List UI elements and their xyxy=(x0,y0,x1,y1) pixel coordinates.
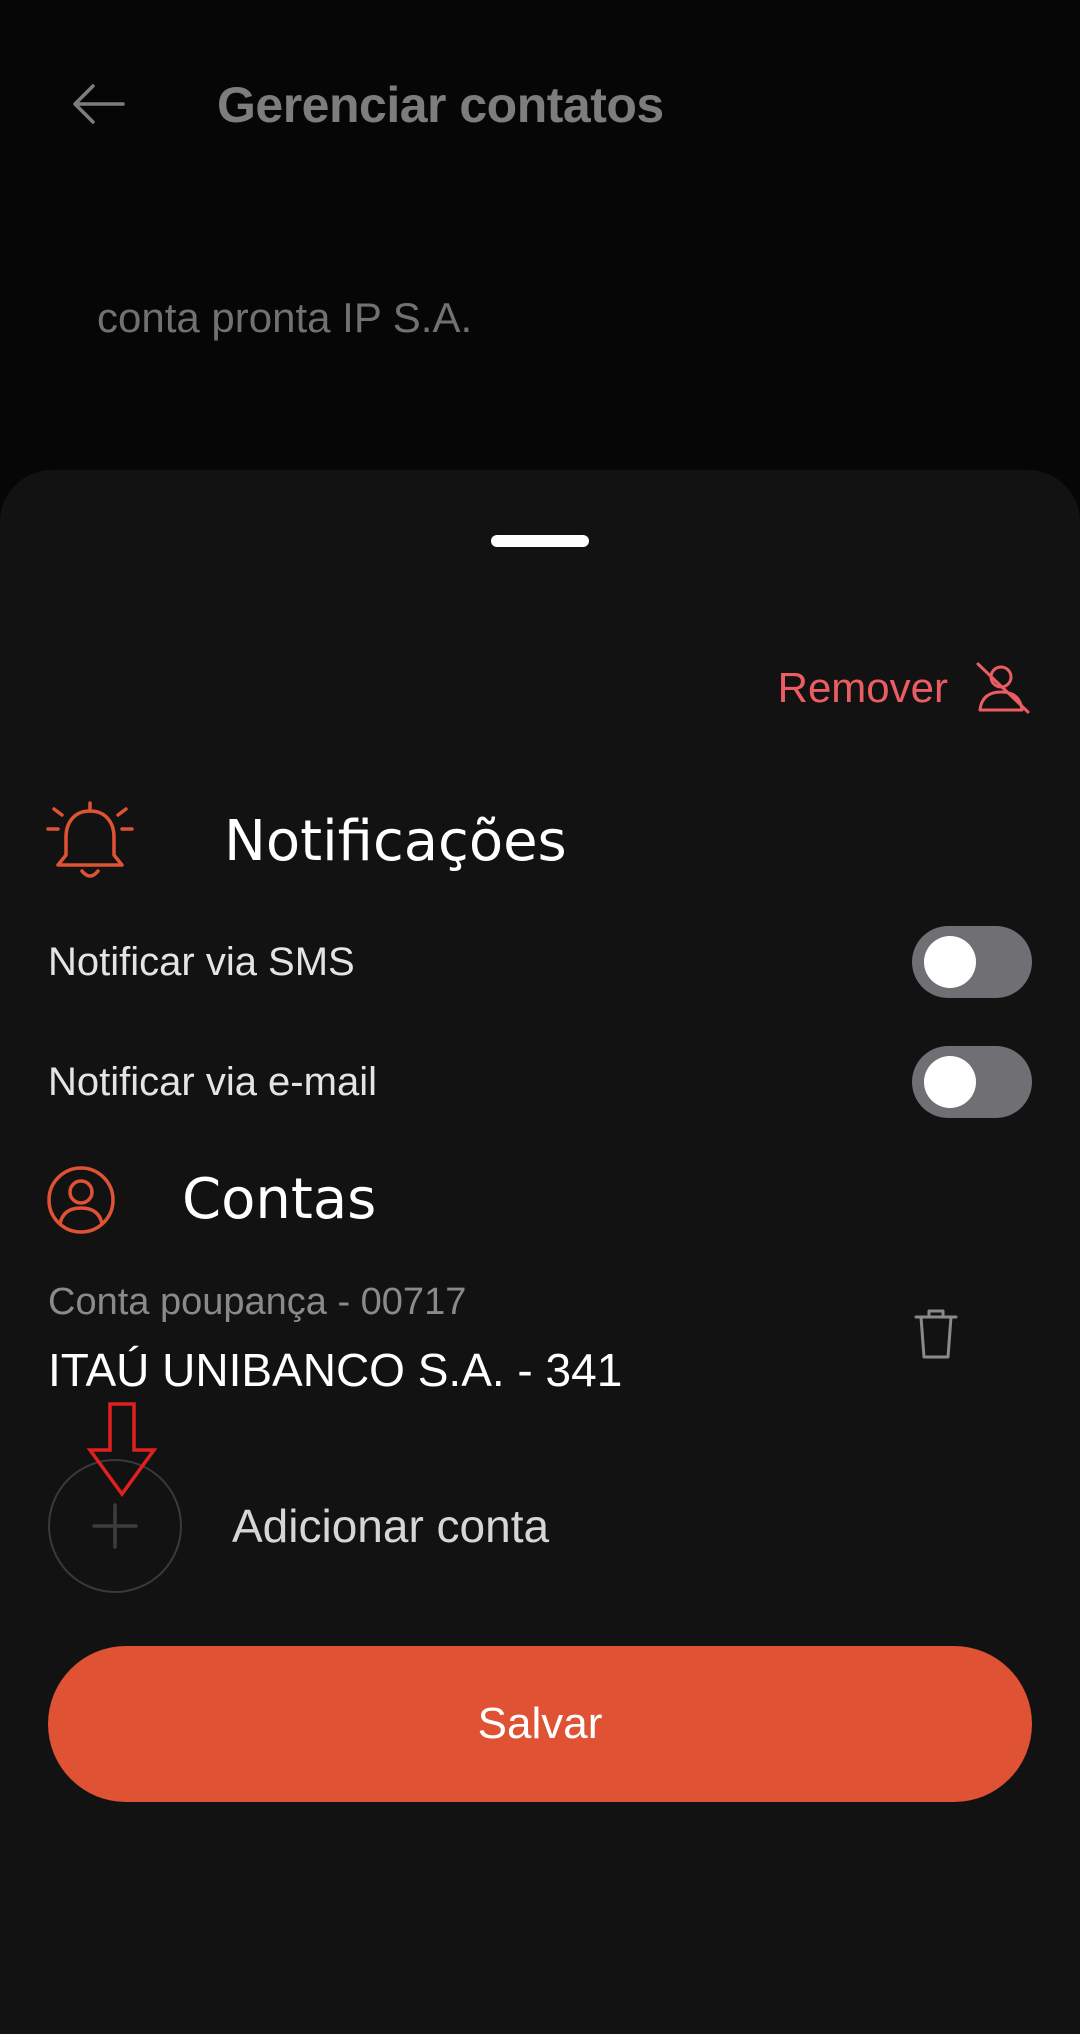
sheet-drag-handle[interactable] xyxy=(491,535,589,547)
save-label: Salvar xyxy=(477,1699,603,1748)
contact-name: conta pronta IP S.A. xyxy=(97,294,473,341)
toggle-knob xyxy=(924,936,976,988)
accounts-header: Contas xyxy=(44,1160,376,1240)
trash-icon xyxy=(914,1309,958,1359)
notify-sms-row: Notificar via SMS xyxy=(48,922,1032,1002)
toggle-knob xyxy=(924,1056,976,1108)
notifications-header: Notificações xyxy=(44,798,567,886)
page-title: Gerenciar contatos xyxy=(217,77,664,133)
account-bank: ITAÚ UNIBANCO S.A. - 341 xyxy=(48,1344,623,1396)
arrow-left-icon xyxy=(73,84,125,124)
delete-account-button[interactable] xyxy=(904,1302,968,1366)
notifications-title: Notificações xyxy=(224,809,567,874)
notify-email-label: Notificar via e-mail xyxy=(48,1060,377,1104)
notify-email-toggle[interactable] xyxy=(912,1046,1032,1118)
annotation-arrow-icon xyxy=(86,1402,158,1497)
plus-icon xyxy=(92,1503,138,1549)
accounts-title: Contas xyxy=(182,1167,377,1232)
notify-email-row: Notificar via e-mail xyxy=(48,1042,1032,1122)
remove-label: Remover xyxy=(777,664,948,711)
background-screen: Gerenciar contatos conta pronta IP S.A. xyxy=(0,0,1080,480)
user-remove-icon xyxy=(972,657,1034,719)
add-account-label: Adicionar conta xyxy=(232,1500,550,1552)
save-button[interactable]: Salvar xyxy=(48,1646,1032,1802)
user-circle-icon xyxy=(44,1163,118,1237)
remove-contact-button[interactable]: Remover xyxy=(778,652,1034,724)
notify-sms-toggle[interactable] xyxy=(912,926,1032,998)
notify-sms-label: Notificar via SMS xyxy=(48,940,355,984)
back-button[interactable] xyxy=(66,72,130,136)
account-type: Conta poupança - 00717 xyxy=(48,1281,467,1323)
bell-icon xyxy=(44,798,136,886)
